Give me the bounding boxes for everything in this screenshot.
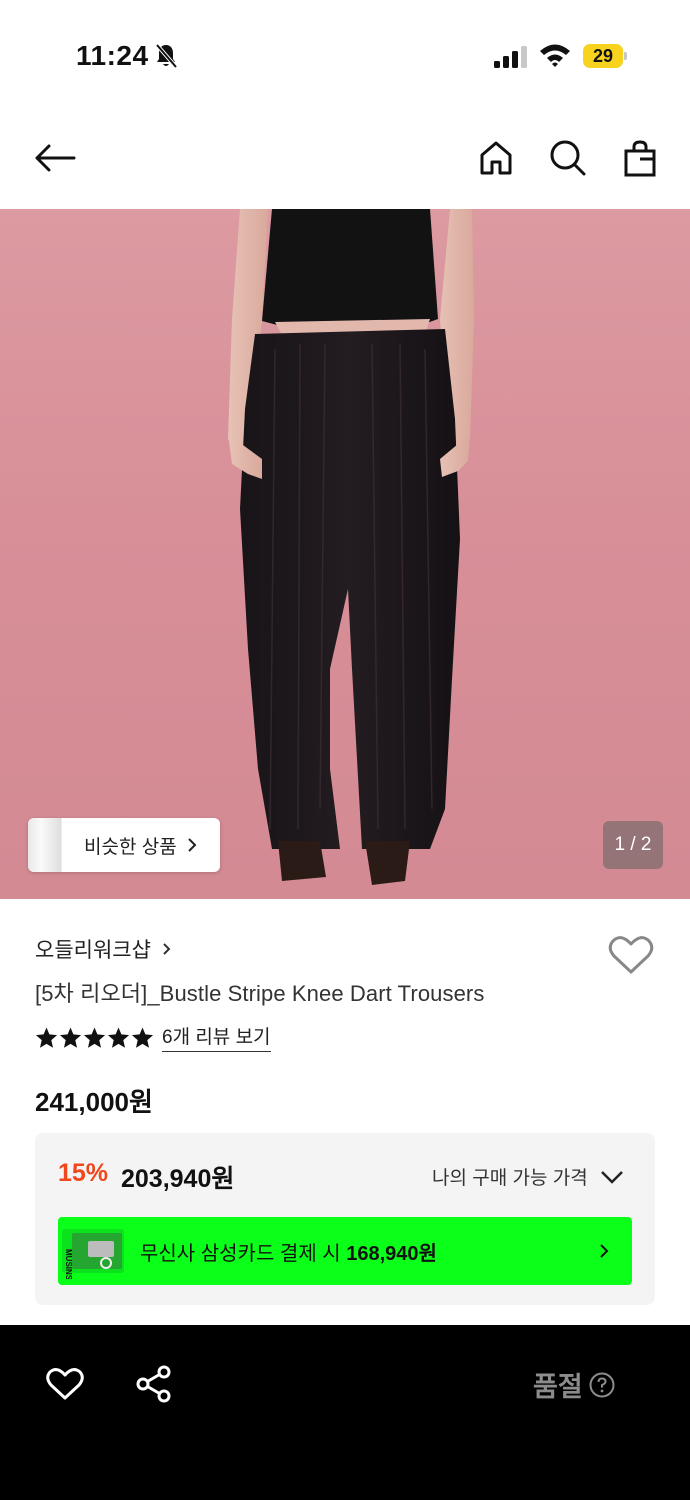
star-icon <box>131 1026 154 1048</box>
my-price-label: 나의 구매 가능 가격 <box>432 1168 588 1189</box>
similar-products-button[interactable]: 비슷한 상품 <box>28 818 220 872</box>
share-icon <box>136 1365 171 1403</box>
star-rating <box>35 1026 154 1049</box>
share-button[interactable] <box>135 1365 173 1408</box>
reviews-link[interactable]: 6개 리뷰 보기 <box>162 1022 271 1052</box>
bottom-like-button[interactable] <box>46 1367 84 1406</box>
rating-row: 6개 리뷰 보기 <box>35 1022 271 1052</box>
star-icon <box>107 1026 130 1048</box>
svg-text:MUSINSA: MUSINSA <box>64 1249 73 1279</box>
shopping-bag-icon <box>624 140 656 177</box>
product-image-carousel[interactable]: 비슷한 상품 1 / 2 <box>0 209 690 899</box>
back-arrow-icon <box>35 144 76 172</box>
product-photo <box>228 209 474 885</box>
chevron-down-icon <box>600 1170 623 1184</box>
status-bar: 11:24 29 <box>0 0 690 110</box>
cart-button[interactable] <box>616 134 664 182</box>
brand-name: 오들리워크샵 <box>35 939 151 962</box>
discount-rate: 15% <box>58 1159 109 1187</box>
heart-icon <box>46 1368 84 1400</box>
brand-link[interactable]: 오들리워크샵 <box>35 934 173 964</box>
card-benefit-text: 무신사 삼성카드 결제 시 168,940원 <box>140 1242 437 1265</box>
search-button[interactable] <box>544 134 592 182</box>
bell-slash-icon <box>155 43 178 69</box>
soldout-label: 품절 <box>533 1372 583 1402</box>
card-benefit-price: 168,940원 <box>346 1242 437 1265</box>
star-icon <box>35 1026 58 1048</box>
original-price: 241,000원 <box>35 1087 153 1117</box>
my-price-toggle[interactable]: 나의 구매 가능 가격 <box>432 1163 624 1190</box>
battery-level: 29 <box>592 46 614 66</box>
soldout-indicator: 품절 <box>533 1365 615 1404</box>
musinsa-card-image: MUSINSA <box>62 1229 124 1279</box>
bottom-action-bar: 품절 <box>0 1325 690 1500</box>
product-title: [5차 리오더]_Bustle Stripe Knee Dart Trouser… <box>35 981 485 1006</box>
status-time: 11:24 <box>76 40 149 71</box>
chevron-right-icon <box>163 943 171 955</box>
image-counter: 1 / 2 <box>603 821 663 869</box>
back-button[interactable] <box>31 134 79 182</box>
star-icon <box>83 1026 106 1048</box>
chevron-right-icon <box>187 838 197 852</box>
discount-price: 203,940원 <box>121 1165 235 1193</box>
wifi-icon <box>540 44 570 67</box>
help-icon[interactable] <box>589 1372 615 1398</box>
card-benefit-banner[interactable]: MUSINSA 무신사 삼성카드 결제 시 168,940원 <box>58 1217 632 1285</box>
chevron-right-icon <box>600 1244 609 1258</box>
battery-indicator: 29 <box>583 44 627 68</box>
search-icon <box>550 140 586 176</box>
app-header <box>0 110 690 209</box>
similar-products-label: 비슷한 상품 <box>84 836 177 858</box>
home-button[interactable] <box>472 134 520 182</box>
home-icon <box>480 141 512 175</box>
similar-product-thumbnail <box>28 818 62 872</box>
wishlist-heart-icon[interactable] <box>608 934 654 976</box>
signal-icon <box>494 46 527 68</box>
price-box: 15% 203,940원 나의 구매 가능 가격 MUSINSA 무신사 삼성카… <box>35 1133 655 1305</box>
star-icon <box>59 1026 82 1048</box>
